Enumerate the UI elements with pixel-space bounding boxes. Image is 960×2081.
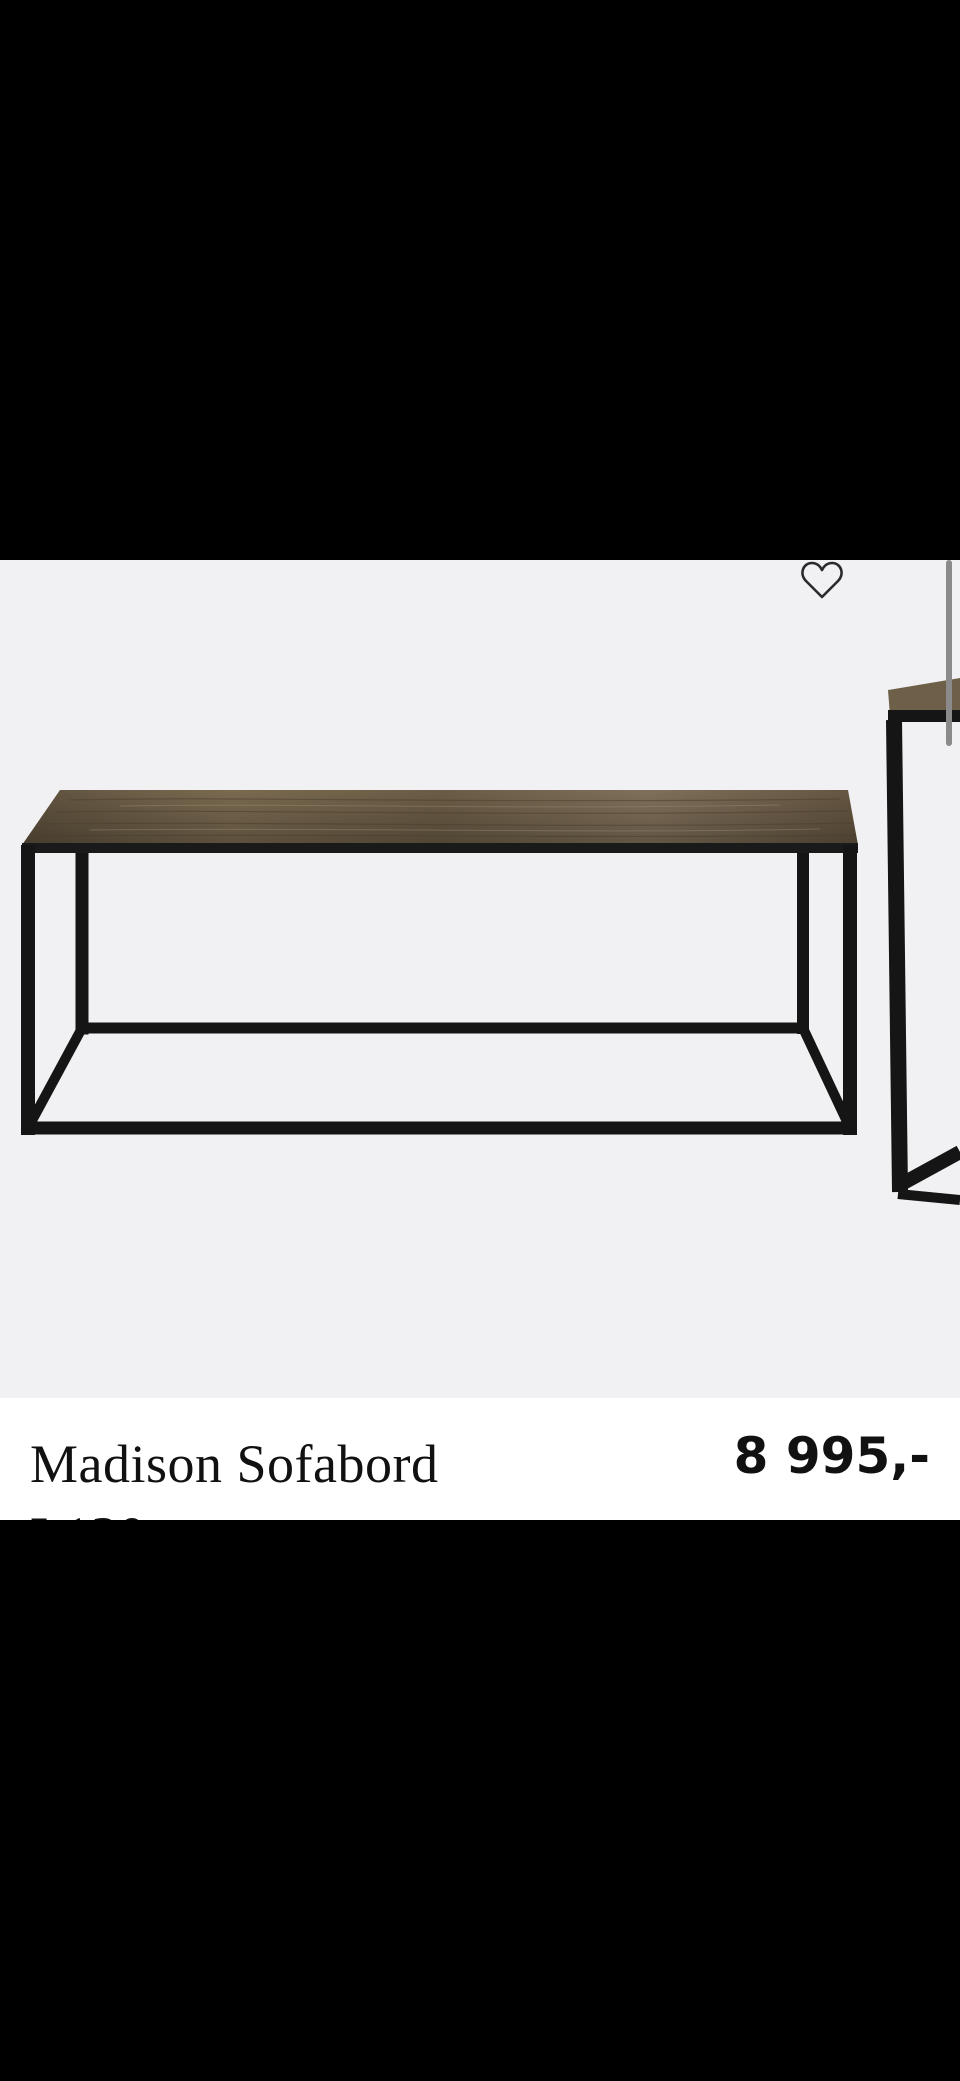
product-card[interactable]: Madison Sofabord L130 8 995,- <box>0 560 960 1520</box>
letterbox-top <box>0 0 960 560</box>
scroll-indicator[interactable] <box>946 560 952 746</box>
product-price: 8 995,- <box>733 1427 930 1485</box>
favorite-button[interactable] <box>794 560 850 608</box>
product-image-coffee-table <box>21 790 858 1135</box>
product-title[interactable]: Madison Sofabord L130 <box>30 1428 550 1520</box>
heart-outline-icon <box>801 561 843 599</box>
letterbox-bottom <box>0 1520 960 2081</box>
product-image-carousel[interactable] <box>0 560 960 1398</box>
product-info[interactable]: Madison Sofabord L130 8 995,- <box>0 1398 960 1520</box>
